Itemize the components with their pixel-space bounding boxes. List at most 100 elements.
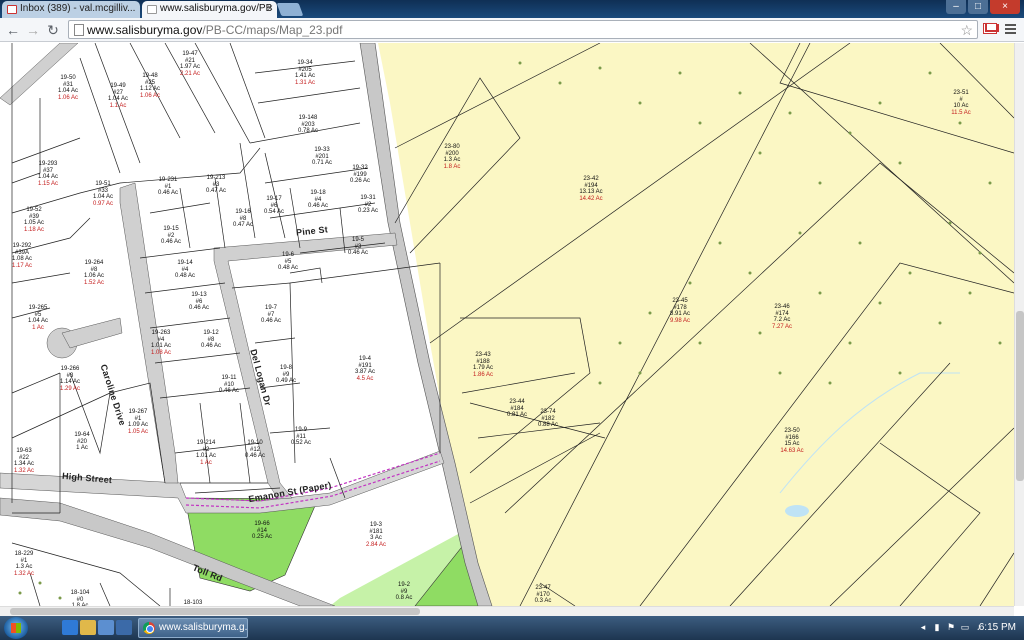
parcel-red: 1.17 Ac [11, 262, 33, 269]
parcel-red: 1.08 Ac [150, 349, 172, 356]
horizontal-scroll-thumb[interactable] [10, 608, 420, 615]
parcel-label-19-10: 19-10 #12 0.46 Ac [245, 440, 265, 460]
parcel-label-19-33: 19-33 #201 0.71 Ac [312, 147, 332, 167]
parcel-id: 19-50 [60, 75, 76, 81]
parcel-id: 19-214 [196, 440, 216, 446]
parcel-area: 1.04 Ac [107, 96, 129, 102]
parcel-area: 1.05 Ac [23, 220, 45, 226]
parcel-id: 19-12 [203, 330, 219, 336]
parcel-label-19-213: 19-213 #3 0.47 Ac [206, 175, 226, 195]
parcel-id: 19-13 [191, 292, 207, 298]
parcel-id: 19-266 [60, 366, 80, 372]
forward-arrow-icon[interactable]: → [24, 21, 42, 39]
menu-icon[interactable] [1005, 24, 1016, 36]
parcel-red: 1.29 Ac [59, 385, 81, 392]
parcel-area: 0.81 Ac [506, 412, 528, 418]
browser-window: Inbox (389) - val.mcgilliv... www.salisb… [0, 0, 1024, 640]
parcel-area: 1.04 Ac [27, 318, 49, 324]
yellow-zone [378, 43, 1014, 606]
parcel-id: 19-16 [235, 209, 251, 215]
horizontal-scrollbar[interactable] [0, 606, 1014, 616]
parcel-area: 7.2 Ac [773, 317, 791, 323]
minimize-button[interactable]: – [946, 0, 966, 14]
network-icon[interactable]: ▮ [932, 621, 942, 633]
parcel-area: 0.48 Ac [277, 265, 299, 271]
parcel-label-19-292: 19-292 #39A 1.08 Ac 1.17 Ac [12, 243, 32, 269]
monitor-icon[interactable]: ▭ [960, 621, 970, 633]
vertical-scroll-thumb[interactable] [1016, 311, 1024, 481]
parcel-area: 0.23 Ac [357, 208, 379, 214]
parcel-label-19-34: 19-34 #205 1.41 Ac 1.31 Ac [295, 60, 315, 86]
parcel-area: 1.14 Ac [59, 379, 81, 385]
parcel-area: 1.04 Ac [37, 174, 59, 180]
close-window-button[interactable]: × [990, 0, 1020, 14]
parcel-area: 1.34 Ac [13, 461, 35, 467]
ie-icon[interactable] [62, 620, 78, 635]
parcel-label-19-267: 19-267 #1 1.09 Ac 1.05 Ac [128, 409, 148, 435]
close-icon[interactable]: × [267, 1, 273, 17]
parcel-id: 19-18 [310, 190, 326, 196]
parcel-label-19-7: 19-7 #7 0.46 Ac [261, 305, 281, 325]
parcel-red: 1.32 Ac [13, 570, 35, 577]
parcel-id: 19-264 [84, 260, 104, 266]
parcel-red: 1.18 Ac [23, 226, 45, 233]
url-domain: www.salisburyma.gov [87, 23, 203, 37]
media-icon[interactable] [98, 620, 114, 635]
parcel-label-19-12: 19-12 #8 0.46 Ac [201, 330, 221, 350]
parcel-area: 0.46 Ac [157, 190, 179, 196]
parcel-red: 1.86 Ac [472, 371, 494, 378]
parcel-area: 1.04 Ac [92, 194, 114, 200]
windows-logo-icon [11, 623, 21, 633]
tab-strip: Inbox (389) - val.mcgilliv... www.salisb… [0, 0, 1024, 18]
parcel-area: 1 Ac [76, 445, 88, 451]
new-tab-button[interactable] [276, 3, 304, 16]
parcel-label-19-2: 19-2 #9 0.8 Ac [396, 582, 413, 602]
parcel-id: 23-47 [535, 585, 551, 591]
parcel-id: 19-48 [142, 73, 158, 79]
parcel-area: 1.3 Ac [15, 564, 33, 570]
tray-arrow-icon[interactable]: ◂ [918, 621, 928, 633]
address-bar[interactable]: www.salisburyma.gov/PB-CC/maps/Map_23.pd… [68, 20, 978, 39]
parcel-id: 19-213 [206, 175, 226, 181]
parcel-area: 1.12 Ac [139, 86, 161, 92]
parcel-label-23-46: 23-46 #174 7.2 Ac 7.27 Ac [772, 304, 792, 330]
parcel-red: 1.1 Ac [109, 102, 127, 109]
back-arrow-icon[interactable]: ← [4, 21, 22, 39]
tab-gmail-inbox[interactable]: Inbox (389) - val.mcgilliv... [2, 1, 140, 18]
start-button[interactable] [4, 617, 28, 639]
parcel-id: 19-49 [110, 83, 126, 89]
outlook-icon[interactable] [116, 620, 132, 635]
folder-icon[interactable] [80, 620, 96, 635]
parcel-id: 19-267 [128, 409, 148, 415]
reload-icon[interactable]: ↻ [44, 21, 62, 39]
parcel-id: 18-104 [70, 590, 90, 596]
gmail-icon [7, 5, 17, 14]
parcel-label-19-8: 19-8 #9 0.49 Ac [276, 365, 296, 385]
taskbar-chrome-window[interactable]: www.salisburyma.g... [138, 618, 248, 638]
parcel-label-19-6: 19-6 #5 0.48 Ac [278, 252, 298, 272]
parcel-area: 1.09 Ac [127, 422, 149, 428]
parcel-red: 9.98 Ac [669, 317, 691, 324]
parcel-area: 0.46 Ac [244, 453, 266, 459]
parcel-id: 19-231 [158, 177, 178, 183]
parcel-red: 1 Ac [200, 459, 212, 466]
gmail-extension-icon[interactable] [983, 23, 997, 34]
pdf-viewport[interactable]: Pine St Caroline Drive Del Logan Dr High… [0, 43, 1014, 606]
maximize-button[interactable]: □ [968, 0, 988, 14]
parcel-label-19-31: 19-31 #2 0.23 Ac [358, 195, 378, 215]
parcel-area: 1.79 Ac [472, 365, 494, 371]
parcel-id: 19-14 [177, 260, 193, 266]
parcel-red: 4.5 Ac [356, 375, 374, 382]
star-icon[interactable]: ☆ [960, 21, 973, 39]
tab-salisbury-map[interactable]: www.salisburyma.gov/PB × [142, 1, 277, 18]
parcel-label-19-18: 19-18 #4 0.46 Ac [308, 190, 328, 210]
clock[interactable]: 6:15 PM [979, 616, 1016, 640]
vertical-scrollbar[interactable] [1014, 43, 1024, 606]
tab-label: Inbox (389) - val.mcgilliv... [20, 3, 136, 14]
parcel-id: 19-32 [352, 165, 368, 171]
flag-icon[interactable]: ⚑ [946, 621, 956, 633]
parcel-id: 23-43 [475, 352, 491, 358]
parcel-area: 0.52 Ac [290, 440, 312, 446]
parcel-id: 19-66 [254, 521, 270, 527]
parcel-label-19-265: 19-265 #5 1.04 Ac 1 Ac [28, 305, 48, 331]
